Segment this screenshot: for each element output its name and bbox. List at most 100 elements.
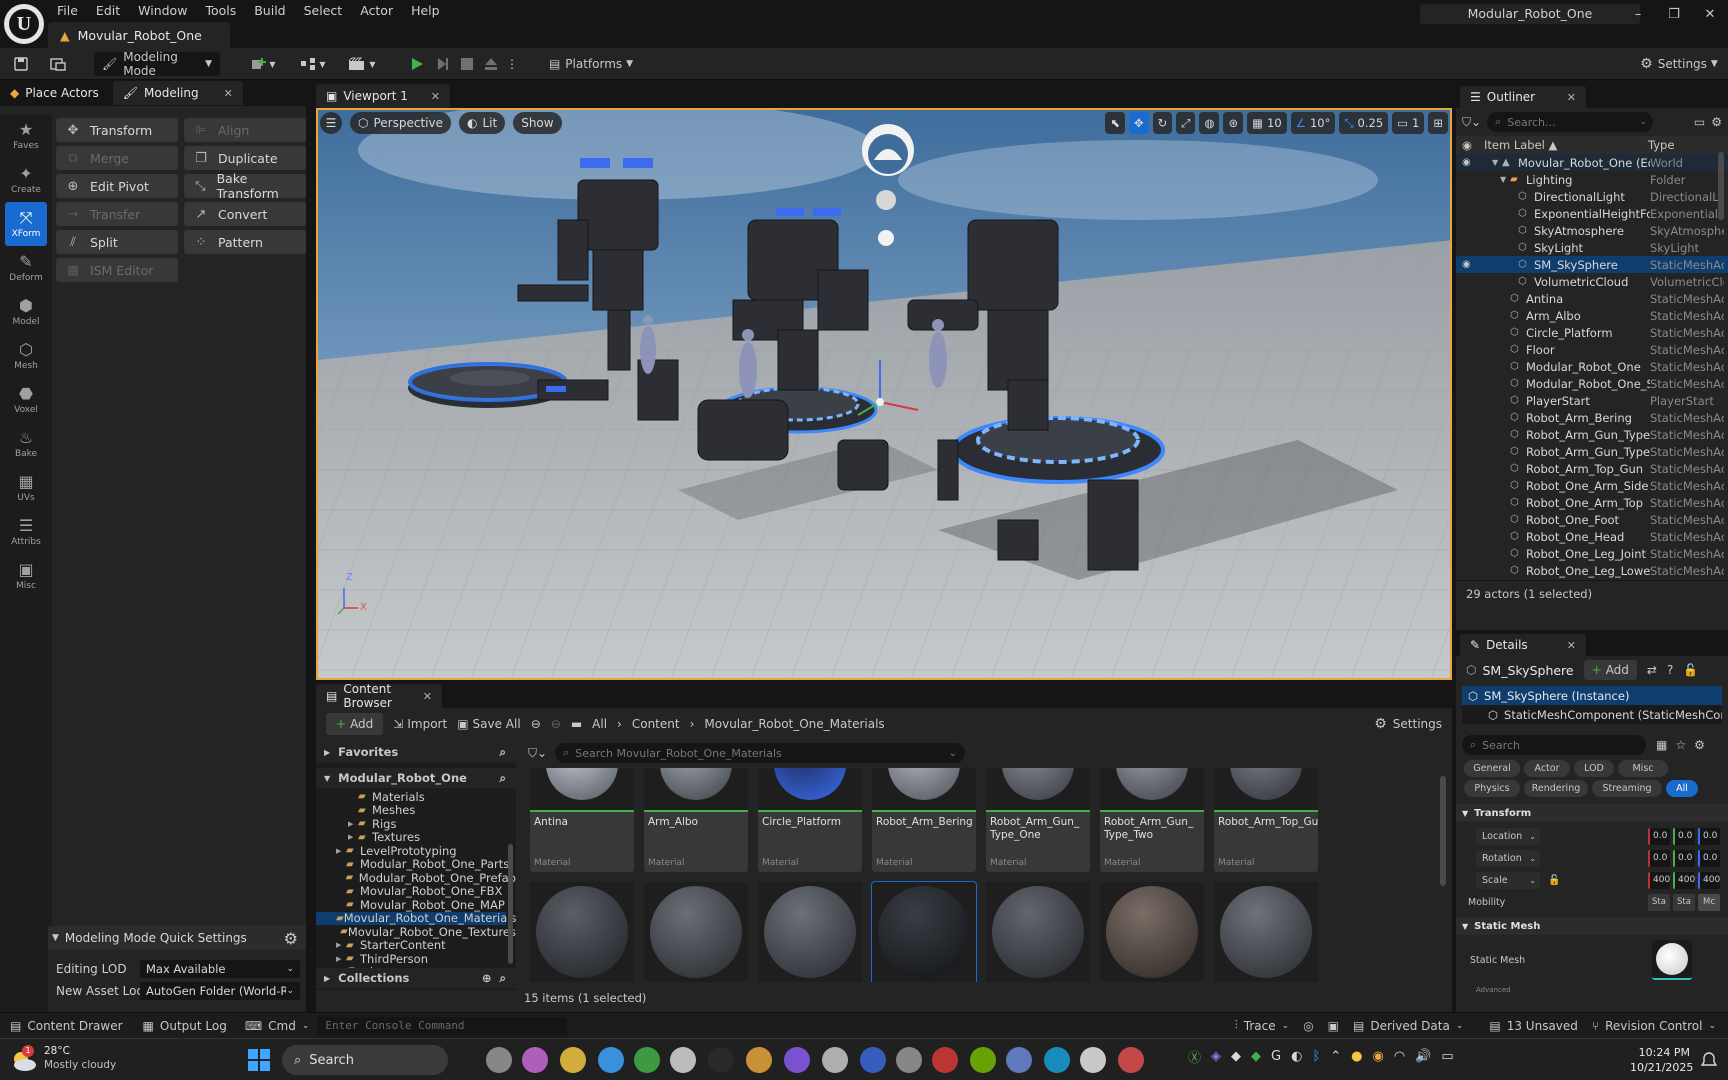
breadcrumb-all[interactable]: All	[592, 717, 607, 731]
split-tool-button[interactable]: ⫽ Split	[56, 230, 178, 254]
outliner-scrollbar[interactable]	[1718, 152, 1724, 220]
menu-edit[interactable]: Edit	[87, 1, 129, 21]
layout-icon[interactable]: ⊞	[1428, 112, 1448, 134]
expand-arrow-icon[interactable]: ▶	[336, 847, 346, 855]
category-model[interactable]: ⬢ Model	[0, 290, 52, 334]
outliner-row[interactable]: ⬡ ExponentialHeightFogExponentialHeightFo…	[1456, 205, 1728, 222]
folder-tree-item[interactable]: ▶ ▰ Textures	[316, 830, 516, 844]
filter-all[interactable]: All	[1666, 780, 1698, 797]
scale-x-field[interactable]: 400	[1648, 871, 1670, 889]
revision-control-button[interactable]: ⑂ Revision Control ⌄	[1592, 1019, 1716, 1033]
asset-tile[interactable]	[644, 882, 748, 982]
rotation-y-field[interactable]: 0.0	[1673, 849, 1695, 867]
visibility-eye-icon[interactable]: ◉	[1462, 259, 1482, 270]
project-tab[interactable]: ▲ Movular_Robot_One	[48, 22, 230, 48]
tray-icon-4[interactable]: ◆	[1251, 1049, 1261, 1064]
category-bake[interactable]: ♨ Bake	[0, 422, 52, 466]
unsaved-button[interactable]: ▤ 13 Unsaved	[1489, 1019, 1578, 1033]
file-explorer-icon[interactable]	[560, 1047, 586, 1073]
tab-details[interactable]: ✎ Details ✕	[1460, 634, 1586, 656]
scale-mode-icon[interactable]: ⤢	[1176, 112, 1196, 134]
outliner-row[interactable]: ⬡ Antina StaticMeshActor	[1456, 290, 1728, 307]
record-icon[interactable]: ◎	[1303, 1019, 1313, 1033]
app-icon-11[interactable]	[860, 1047, 886, 1073]
edit-pivot-tool-button[interactable]: ⊕ Edit Pivot	[56, 174, 178, 198]
blueprint-icon[interactable]: ⇄	[1647, 663, 1657, 677]
tab-outliner[interactable]: ☰ Outliner ✕	[1460, 86, 1586, 108]
star-icon[interactable]: ☆	[1675, 738, 1686, 752]
convert-tool-button[interactable]: ↗ Convert	[184, 202, 306, 226]
asset-tile[interactable]: Robot_Arm_Top_Gun Material	[1214, 768, 1318, 872]
translate-mode-icon[interactable]: ✥	[1128, 112, 1149, 134]
folder-tree-item[interactable]: ▰ Movular_Robot_One_Materials	[316, 911, 516, 925]
output-log-button[interactable]: ▦ Output Log	[133, 1019, 237, 1033]
asset-tile[interactable]: Robot_Arm_Bering Material	[872, 768, 976, 872]
console-command-input[interactable]: Enter Console Command	[317, 1016, 568, 1035]
asset-tile[interactable]	[986, 882, 1090, 982]
asset-scrollbar[interactable]	[1440, 776, 1446, 886]
stop-icon[interactable]	[456, 52, 478, 76]
add-button[interactable]: + Add	[326, 713, 384, 735]
rotation-dropdown[interactable]: Rotation ⌄	[1476, 849, 1540, 867]
maximize-button[interactable]: ❐	[1656, 7, 1692, 22]
menu-actor[interactable]: Actor	[351, 1, 402, 21]
tab-modeling[interactable]: 🖌 Modeling ✕	[112, 81, 243, 105]
help-icon[interactable]: ?	[1667, 663, 1673, 677]
search-icon[interactable]: ⌕	[500, 971, 506, 986]
volume-icon[interactable]: 🔊	[1415, 1049, 1431, 1064]
eject-icon[interactable]	[480, 52, 502, 76]
filter-icon[interactable]: ⛉⌄	[528, 746, 547, 761]
outliner-row[interactable]: ⬡Robot_One_Leg_MiddleStaticMeshActor	[1456, 579, 1728, 580]
category-attribs[interactable]: ☰ Attribs	[0, 510, 52, 554]
filter-physics[interactable]: Physics	[1464, 780, 1520, 797]
transform-tool-button[interactable]: ✥ Transform	[56, 118, 178, 142]
outliner-row[interactable]: ⬡ SkyLight SkyLight	[1456, 239, 1728, 256]
lit-button[interactable]: ◐ Lit	[458, 112, 506, 134]
folder-tree-item[interactable]: ▶ ▰ Rigs	[316, 817, 516, 831]
app-icon-10[interactable]	[822, 1047, 848, 1073]
mode-dropdown[interactable]: 🖌 Modeling Mode ▼	[94, 50, 220, 78]
add-actor-icon[interactable]: ▼	[246, 52, 280, 76]
unreal-logo-icon[interactable]: U	[4, 4, 44, 44]
tab-content-browser[interactable]: ▤ Content Browser ✕	[316, 682, 442, 710]
outliner-row[interactable]: ⬡ Robot_One_Foot StaticMeshActor	[1456, 511, 1728, 528]
taskbar-search-box[interactable]: ⌕ Search	[282, 1045, 448, 1075]
asset-tile[interactable]	[871, 881, 977, 982]
expand-arrow-icon[interactable]: ▼	[1500, 175, 1510, 184]
mobility-movable[interactable]: Mc	[1698, 893, 1720, 911]
outliner-row[interactable]: ⬡ Robot_One_Arm_SideStaticMeshActor	[1456, 477, 1728, 494]
outliner-row[interactable]: ⬡ Robot_One_Arm_Top StaticMeshActor	[1456, 494, 1728, 511]
outliner-row[interactable]: ⬡ Robot_Arm_Gun_Type_StaticMeshActor	[1456, 426, 1728, 443]
outliner-row[interactable]: ⬡ VolumetricCloud VolumetricCloud	[1456, 273, 1728, 290]
battery-icon[interactable]: ▭	[1441, 1049, 1453, 1064]
app-icon-6[interactable]	[670, 1047, 696, 1073]
outliner-row[interactable]: ⬡ Robot_Arm_Bering StaticMeshActor	[1456, 409, 1728, 426]
filter-rendering[interactable]: Rendering	[1524, 780, 1588, 797]
filter-general[interactable]: General	[1464, 760, 1520, 777]
transfer-tool-button[interactable]: → Transfer	[56, 202, 178, 226]
app-icon-15[interactable]	[1006, 1047, 1032, 1073]
filter-misc[interactable]: Misc	[1618, 760, 1668, 777]
cmd-dropdown[interactable]: ⌨ Cmd ⌄	[237, 1019, 318, 1033]
filter-lod[interactable]: LOD	[1574, 760, 1614, 777]
editing-lod-select[interactable]: Max Available ⌄	[140, 960, 300, 978]
grid-snap-button[interactable]: ▦ 10	[1247, 112, 1287, 134]
scale-z-field[interactable]: 400	[1698, 871, 1720, 889]
collections-header[interactable]: ▶ Collections ⊕ ⌕	[316, 968, 516, 988]
folder-tree-item[interactable]: ▰ Modular_Robot_One_Prefab	[316, 871, 516, 885]
camera-speed-button[interactable]: ▭ 1	[1392, 112, 1425, 134]
asset-tile[interactable]: Arm_Albo Material	[644, 768, 748, 872]
breadcrumb-content[interactable]: Content	[632, 717, 680, 731]
location-dropdown[interactable]: Location ⌄	[1476, 827, 1540, 845]
mobility-stationary[interactable]: Sta	[1673, 893, 1695, 911]
folder-tree-item[interactable]: ▰ Movular_Robot_One_FBX	[316, 884, 516, 898]
chrome-icon[interactable]	[746, 1047, 772, 1073]
search-icon[interactable]: ⌕	[500, 745, 506, 760]
menu-file[interactable]: File	[48, 1, 87, 21]
play-icon[interactable]	[406, 52, 428, 76]
asset-tile[interactable]	[758, 882, 862, 982]
platforms-dropdown[interactable]: ▤ Platforms ▼	[546, 52, 636, 76]
asset-tile[interactable]: Robot_Arm_Gun_ Type_One Material	[986, 768, 1090, 872]
weather-icon[interactable]: 1	[8, 1045, 38, 1075]
asset-search-input[interactable]: ⌕ Search Movular_Robot_One_Materials ⌄	[555, 743, 966, 763]
